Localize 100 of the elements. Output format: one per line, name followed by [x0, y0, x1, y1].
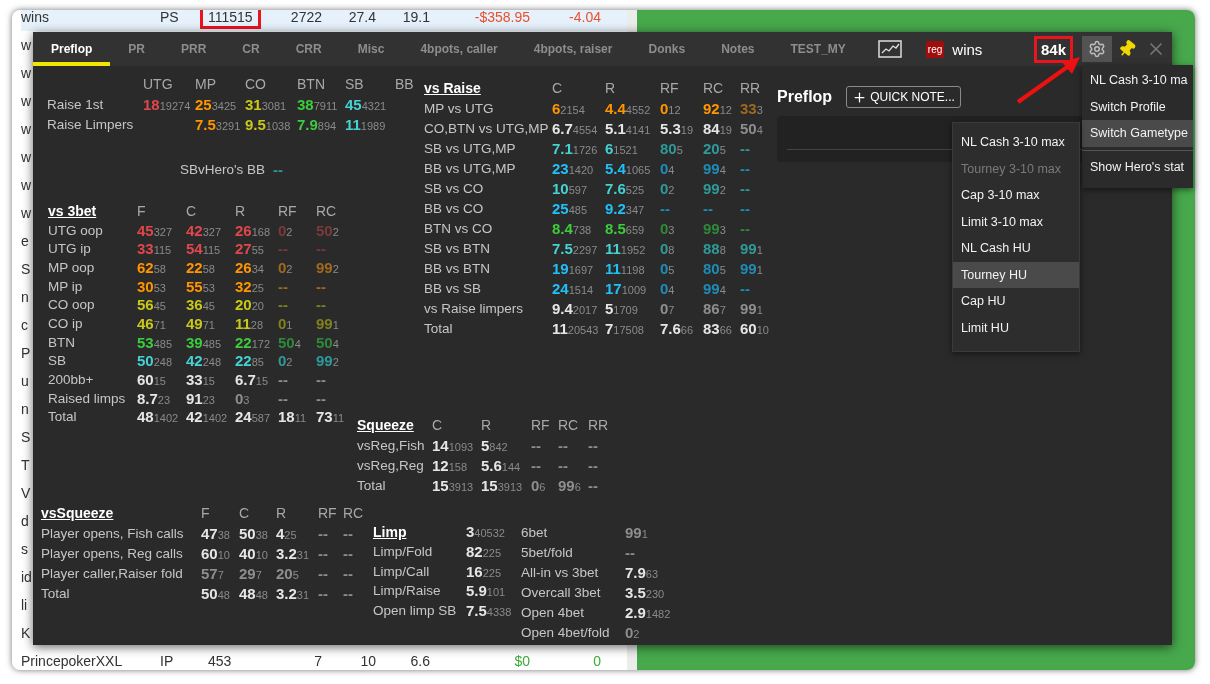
column-header: UTG: [143, 76, 174, 92]
stat-cell-text: 805: [660, 139, 684, 157]
column-header: RC: [343, 505, 365, 521]
menu-item[interactable]: Switch Profile: [1082, 93, 1193, 120]
table-cell: n: [21, 289, 29, 305]
stat-cell-text: 61521: [605, 139, 639, 157]
stat-cell-text: 5645: [137, 296, 167, 314]
stat-cell-text: 994: [703, 159, 727, 177]
stat-cell-text: 4971: [186, 314, 216, 332]
stat-cell-text: 805: [703, 259, 727, 277]
table-cell: w: [21, 65, 32, 81]
stat-cell-text: 7.52297: [552, 239, 599, 257]
table-row[interactable]: wins PS 111515 2722 27.4 19.1 -$358.95 -4.04: [21, 10, 627, 31]
stat-cell-text: 7.53291: [195, 115, 242, 133]
row-label: 6bet: [521, 524, 549, 540]
column-header: RF: [318, 505, 338, 521]
menu-item[interactable]: Limit 3-10 max: [953, 208, 1079, 235]
menu-item[interactable]: Limit HU: [953, 314, 1079, 341]
stat-cell-text: 153913: [432, 476, 475, 494]
stat-cell-text: 502: [316, 221, 340, 239]
tab[interactable]: CR: [224, 32, 278, 66]
stat-cell-text: 313081: [245, 95, 288, 113]
column-header: C: [239, 505, 251, 521]
tab[interactable]: Preflop: [33, 32, 111, 66]
stat-cell-text: --: [588, 476, 599, 494]
stat-cell-text: --: [660, 199, 671, 217]
row-label: MP oop: [48, 259, 96, 275]
stat-cell-text: 04: [660, 279, 676, 297]
table-cell: S: [21, 261, 31, 277]
row-label: SB: [48, 353, 67, 369]
stat-cell-text: 3053: [137, 277, 167, 295]
stat-cell-text: --: [740, 279, 751, 297]
pin-icon[interactable]: [1118, 40, 1136, 58]
stat-cell-text: --: [278, 296, 289, 314]
column-header: BB: [395, 76, 415, 92]
menu-item[interactable]: Cap HU: [953, 288, 1079, 315]
stat-cell-text: 07: [660, 299, 676, 317]
stat-cell-text: --: [318, 524, 329, 542]
stat-cell-text: 04: [660, 159, 676, 177]
table-cell: -$358.95: [474, 10, 530, 25]
menu-item[interactable]: NL Cash 3-10 ma: [1082, 67, 1193, 94]
stat-cell-text: 26168: [235, 221, 272, 239]
menu-item[interactable]: NL Cash 3-10 max: [953, 129, 1079, 156]
stat-cell-text: 1819274: [143, 95, 192, 113]
stat-cell-text: 03: [660, 219, 676, 237]
tab[interactable]: 4bpots, raiser: [515, 32, 631, 66]
stat-cell-text: 012: [660, 99, 682, 117]
stat-cell-text: --: [318, 584, 329, 602]
row-label: Limp/Raise: [373, 583, 442, 599]
menu-item[interactable]: Tourney HU: [953, 261, 1079, 288]
stat-cell-text: 994: [703, 279, 727, 297]
stat-cell-text: 3315: [186, 371, 216, 389]
menu-item[interactable]: Show Hero's stat: [1082, 153, 1193, 180]
row-label: 200bb+: [48, 372, 95, 388]
tab[interactable]: Notes: [703, 32, 773, 66]
stat-cell-text: 7311: [316, 408, 346, 426]
stat-cell-text: 996: [558, 476, 582, 494]
column-header: C: [552, 80, 564, 96]
stat-cell-text: 205: [703, 139, 727, 157]
table-cell: 19.1: [402, 10, 430, 25]
graph-icon[interactable]: [877, 40, 902, 58]
table-cell: IP: [160, 653, 174, 669]
stat-cell-text: 16225: [466, 562, 503, 580]
stat-cell-text: 297: [239, 564, 263, 582]
column-header: R: [276, 505, 288, 521]
stat-cell-text: 6258: [137, 258, 167, 276]
row-label: UTG ip: [48, 241, 92, 257]
row-label: Total: [357, 477, 387, 493]
stat-cell-text: 8366: [703, 319, 733, 337]
settings-button[interactable]: [1082, 36, 1112, 62]
stat-cell-text: 991: [740, 299, 764, 317]
plus-icon: [852, 89, 868, 105]
stat-cell-text: --: [740, 159, 751, 177]
tab[interactable]: PR: [110, 32, 163, 66]
row-label: BTN vs CO: [424, 220, 494, 236]
stat-cell-text: 2634: [235, 258, 265, 276]
tab[interactable]: Donks: [630, 32, 704, 66]
column-header: RF: [531, 417, 551, 433]
quick-note-button[interactable]: QUICK NOTE...: [846, 86, 961, 108]
column-header: RC: [558, 417, 580, 433]
row-label: Total: [48, 409, 78, 425]
tab[interactable]: TEST_MY: [772, 32, 864, 66]
stat-cell-text: 991: [740, 239, 764, 257]
stat-cell-text: 991: [740, 259, 764, 277]
row-label: Open 4bet: [521, 604, 586, 620]
stat-cell-text: 9212: [703, 99, 733, 117]
tab[interactable]: CRR: [277, 32, 340, 66]
tab[interactable]: Misc: [339, 32, 403, 66]
row-label: Overcall 3bet: [521, 584, 602, 600]
menu-item[interactable]: NL Cash HU: [953, 235, 1079, 262]
menu-item[interactable]: Switch Gametype: [1082, 120, 1193, 147]
gear-icon: [1088, 40, 1106, 58]
menu-item[interactable]: Cap 3-10 max: [953, 182, 1079, 209]
row-label: MP ip: [48, 278, 84, 294]
tab[interactable]: 4bpots, caller: [402, 32, 516, 66]
row-label: BTN: [48, 334, 76, 350]
row-label: BB vs SB: [424, 280, 483, 296]
stat-cell-text: 5.6144: [481, 456, 522, 474]
tab[interactable]: PRR: [163, 32, 225, 66]
stat-cell-text: 153913: [481, 476, 524, 494]
